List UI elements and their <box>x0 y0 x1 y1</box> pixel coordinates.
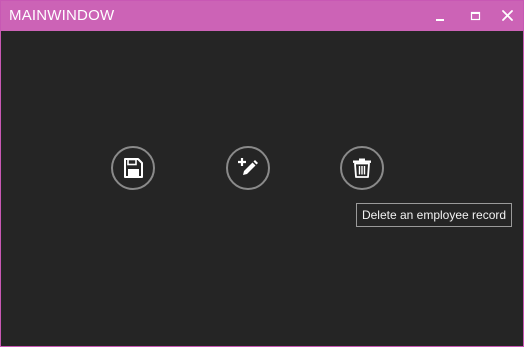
save-button[interactable] <box>111 146 155 190</box>
trash-icon <box>353 158 371 178</box>
delete-button[interactable] <box>340 146 384 190</box>
minimize-button[interactable] <box>426 1 456 31</box>
maximize-button[interactable] <box>460 1 490 31</box>
title-bar[interactable]: MAINWINDOW <box>1 1 523 31</box>
main-window: MAINWINDOW Delete an employee record <box>0 0 524 347</box>
delete-tooltip: Delete an employee record <box>356 203 512 227</box>
minimize-icon <box>436 19 444 21</box>
maximize-icon <box>470 11 481 21</box>
close-icon <box>502 10 513 21</box>
floppy-disk-icon <box>124 158 143 178</box>
add-edit-button[interactable] <box>226 146 270 190</box>
close-button[interactable] <box>493 1 523 31</box>
window-title: MAINWINDOW <box>9 7 115 24</box>
plus-pencil-icon <box>238 158 258 175</box>
